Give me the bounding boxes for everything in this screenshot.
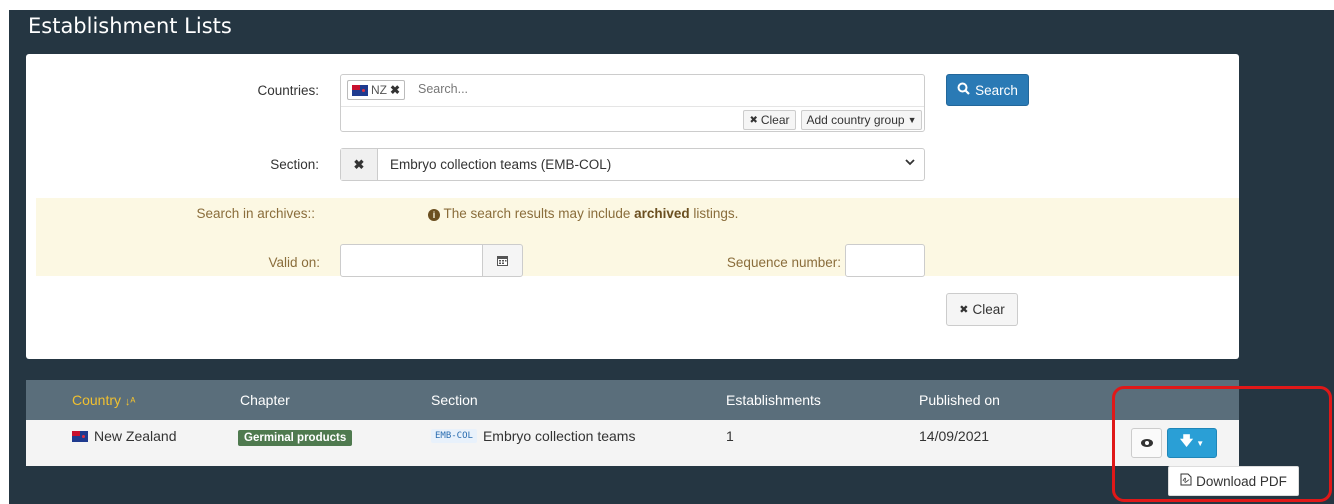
- page-title: Establishment Lists: [28, 14, 232, 38]
- clear-filters-label: Clear: [972, 302, 1005, 317]
- sequence-number-input[interactable]: [845, 244, 925, 277]
- cell-chapter: Germinal products: [238, 430, 353, 446]
- cell-published-on: 14/09/2021: [919, 428, 990, 444]
- caret-down-icon: ▼: [907, 115, 917, 125]
- country-tag-label: NZ: [371, 83, 387, 97]
- column-header-published-on[interactable]: Published on: [919, 392, 1000, 408]
- nz-flag-icon: [352, 84, 368, 96]
- search-button[interactable]: Search: [946, 74, 1029, 106]
- cell-section: EMB-COL Embryo collection teams: [431, 428, 635, 444]
- column-header-chapter[interactable]: Chapter: [240, 392, 290, 408]
- valid-on-input[interactable]: [340, 244, 483, 277]
- archives-note-suffix: listings.: [693, 206, 739, 221]
- eye-icon: [1140, 436, 1154, 451]
- view-button[interactable]: [1131, 428, 1162, 458]
- download-pdf-menu-item[interactable]: Download PDF: [1168, 466, 1299, 496]
- table-row[interactable]: New Zealand Germinal products EMB-COL Em…: [26, 420, 1239, 466]
- archives-note: i The search results may include archive…: [428, 206, 738, 221]
- countries-label: Countries:: [257, 83, 319, 98]
- info-icon: i: [428, 209, 440, 221]
- sequence-number-label: Sequence number:: [726, 255, 841, 270]
- section-select-value: Embryo collection teams (EMB-COL): [390, 157, 612, 172]
- chapter-badge: Germinal products: [238, 430, 353, 446]
- clear-countries-button[interactable]: ✖ Clear: [743, 110, 796, 130]
- search-icon: [957, 82, 970, 98]
- pdf-file-icon: [1180, 473, 1192, 489]
- column-header-section[interactable]: Section: [431, 392, 478, 408]
- section-name: Embryo collection teams: [482, 428, 636, 444]
- country-tag-nz: NZ ✖: [347, 80, 406, 100]
- filter-card: Countries: NZ ✖ Search... ✖ Clear Add co…: [26, 54, 1239, 359]
- results-table-header: Country ↓ᴬ Chapter Section Establishment…: [26, 380, 1239, 420]
- archives-note-prefix: The search results may include: [443, 206, 631, 221]
- countries-input[interactable]: NZ ✖ Search... ✖ Clear Add country group…: [340, 74, 925, 132]
- chevron-down-icon: [904, 156, 916, 171]
- remove-tag-icon[interactable]: ✖: [390, 83, 400, 97]
- cell-country: New Zealand: [72, 428, 177, 444]
- add-country-group-button[interactable]: Add country group ▼: [801, 110, 922, 130]
- clear-icon: ✖: [749, 114, 758, 126]
- add-country-group-label: Add country group: [806, 113, 905, 127]
- column-header-establishments[interactable]: Establishments: [726, 392, 821, 408]
- sort-alpha-icon: ↓ᴬ: [124, 396, 136, 408]
- column-header-country[interactable]: Country ↓ᴬ: [72, 392, 135, 408]
- country-name: New Zealand: [94, 428, 177, 444]
- clear-countries-label: Clear: [760, 113, 790, 127]
- search-button-label: Search: [975, 82, 1018, 98]
- archives-label: Search in archives::: [196, 206, 315, 221]
- section-select[interactable]: ✖ Embryo collection teams (EMB-COL): [340, 148, 925, 181]
- calendar-icon[interactable]: [482, 244, 523, 277]
- caret-down-icon: ▼: [1196, 438, 1205, 448]
- clear-section-icon[interactable]: ✖: [341, 149, 378, 180]
- section-code-tag: EMB-COL: [431, 429, 477, 443]
- download-pdf-label: Download PDF: [1196, 473, 1287, 489]
- country-search-placeholder[interactable]: Search...: [418, 82, 468, 96]
- country-box-divider: [341, 106, 924, 107]
- valid-on-label: Valid on:: [268, 255, 320, 270]
- clear-icon: ✖: [959, 304, 969, 316]
- download-dropdown-button[interactable]: 🡇 ▼: [1167, 428, 1217, 458]
- nz-flag-icon: [72, 430, 88, 442]
- cell-establishments: 1: [726, 428, 734, 444]
- arrow-down-icon: 🡇: [1179, 433, 1194, 448]
- archive-band: Search in archives:: i The search result…: [36, 198, 1239, 277]
- clear-filters-button[interactable]: ✖ Clear: [946, 293, 1018, 326]
- archives-note-bold: archived: [634, 206, 690, 221]
- section-label: Section:: [270, 157, 319, 172]
